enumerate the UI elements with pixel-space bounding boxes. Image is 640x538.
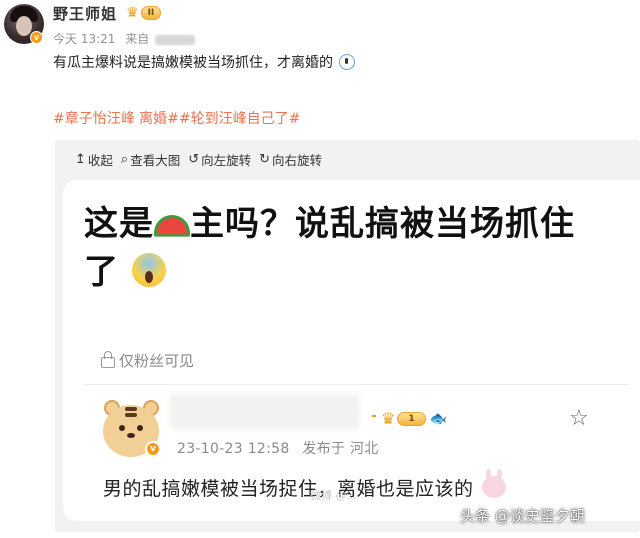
fish-icon: 🐟 bbox=[429, 410, 448, 427]
headline-part-2: 主吗？说乱搞被当场抓住 bbox=[190, 204, 575, 244]
comment-location: 发布于 河北 bbox=[302, 441, 379, 457]
rotate-right-label: 向右旋转 bbox=[272, 153, 323, 168]
comment-datetime: 23-10-23 12:58 bbox=[177, 441, 290, 457]
post-source-prefix: 来自 bbox=[125, 32, 150, 46]
rotate-right-icon: ↻ bbox=[259, 152, 271, 167]
comment-meta: 23-10-23 12:58 发布于 河北 bbox=[177, 438, 379, 458]
post-hashtags[interactable]: #章子怡汪峰 离婚##轮到汪峰自己了# bbox=[53, 108, 300, 128]
post-time[interactable]: 今天 13:21 bbox=[53, 32, 115, 46]
favorite-star-icon: ☆ bbox=[569, 406, 589, 431]
collapse-icon: ↥ bbox=[75, 152, 86, 167]
visibility-text: 仅粉丝可见 bbox=[119, 352, 195, 370]
toutiao-watermark: 头条 @谈史鉴夕朝 bbox=[460, 507, 585, 525]
rotate-left-label: 向左旋转 bbox=[201, 153, 252, 168]
thinking-emoji-icon bbox=[339, 54, 356, 70]
magnify-icon: ⌕ bbox=[120, 152, 129, 167]
member-crown-badge[interactable]: ♛ II bbox=[126, 5, 162, 21]
comment-text-row: 男的乱搞嫩模被当场捉住，离婚也是应该的 bbox=[103, 469, 507, 501]
commenter-verified-icon: v bbox=[145, 441, 161, 457]
avatar-face bbox=[16, 16, 32, 36]
tiger-eye-left bbox=[119, 425, 125, 431]
headline-part-1: 这是 bbox=[84, 204, 154, 244]
tiger-nose bbox=[127, 433, 135, 438]
crown-icon: ♛ bbox=[126, 5, 139, 21]
verified-badge-icon: v bbox=[30, 31, 43, 44]
post-text: 有瓜主爆料说是搞嫩模被当场抓住，才离婚的 bbox=[53, 55, 333, 71]
weibo-watermark: 微博 @... bbox=[310, 489, 357, 502]
tiger-eye-right bbox=[137, 425, 143, 431]
scream-emoji-icon bbox=[131, 253, 166, 287]
rotate-right-button[interactable]: ↻ 向右旋转 bbox=[259, 150, 322, 169]
image-toolbar: ↥ 收起 ⌕ 查看大图 ↺ 向左旋转 ↻ 向右旋转 bbox=[75, 150, 322, 169]
visibility-label: 仅粉丝可见 bbox=[101, 350, 194, 371]
image-headline: 这是 主吗？说乱搞被当场抓住 了 bbox=[84, 200, 624, 296]
watermelon-icon bbox=[154, 215, 190, 237]
lock-icon bbox=[101, 351, 115, 368]
commenter-member-badge: ♛ 1 🐟 bbox=[381, 409, 447, 428]
post-meta: 今天 13:21 来自 bbox=[53, 30, 196, 47]
post-body: 有瓜主爆料说是搞嫩模被当场抓住，才离婚的 bbox=[53, 52, 356, 72]
headline-part-3: 了 bbox=[84, 252, 119, 292]
view-large-button[interactable]: ⌕ 查看大图 bbox=[121, 150, 180, 169]
commenter-avatar: v bbox=[101, 397, 163, 459]
bunny-emoji-icon bbox=[482, 469, 507, 498]
crown-icon: ♛ bbox=[381, 409, 396, 428]
author-name[interactable]: 野王师姐 bbox=[53, 3, 117, 24]
member-level-label: II bbox=[140, 6, 162, 20]
divider bbox=[83, 384, 628, 385]
post-source-blurred bbox=[155, 34, 196, 45]
collapse-button[interactable]: ↥ 收起 bbox=[75, 150, 113, 169]
commenter-name-blurred bbox=[170, 394, 360, 430]
commenter-level: 1 bbox=[397, 411, 426, 426]
view-large-label: 查看大图 bbox=[130, 153, 181, 168]
rotate-left-icon: ↺ bbox=[188, 152, 200, 167]
collapse-label: 收起 bbox=[87, 153, 113, 168]
post-image[interactable]: 这是 主吗？说乱搞被当场抓住 了 仅粉丝可见 v - ♛ 1 🐟 ☆ 23-10-… bbox=[63, 180, 640, 521]
tiger-stripe bbox=[125, 407, 137, 411]
comment-text: 男的乱搞嫩模被当场捉住，离婚也是应该的 bbox=[103, 478, 474, 500]
commenter-name-tail: - bbox=[371, 408, 377, 424]
rotate-left-button[interactable]: ↺ 向左旋转 bbox=[188, 150, 251, 169]
